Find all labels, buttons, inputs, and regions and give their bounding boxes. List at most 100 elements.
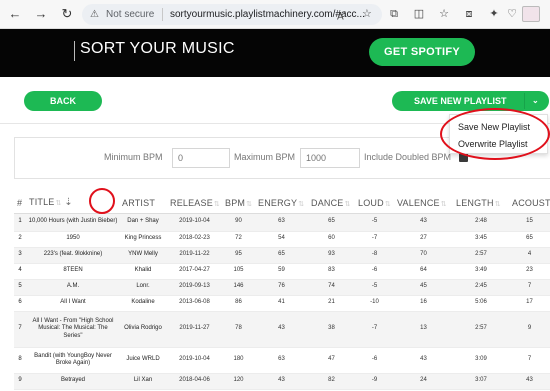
table-cell: 8TEEN xyxy=(26,263,119,280)
table-cell: 2017-04-27 xyxy=(167,263,222,280)
url-text[interactable]: sortyourmusic.playlistmachinery.com/#acc… xyxy=(170,4,365,25)
table-row[interactable]: 2 1950 King Princess 2018-02-23 72 54 60 -7 27 3:… xyxy=(14,231,550,248)
warning-icon: ⚠ xyxy=(90,9,99,20)
table-row[interactable]: 9 Betrayed Lil Xan 2018-04-06 120 43 82 -9 24 3:0… xyxy=(14,373,550,390)
table-cell: Betrayed xyxy=(26,373,119,390)
table-cell: 9 xyxy=(509,311,550,348)
table-cell: -7 xyxy=(355,231,394,248)
table-cell: 2 xyxy=(14,231,26,248)
table-cell: 47 xyxy=(308,347,355,374)
favorites-icon[interactable]: ☆ xyxy=(436,6,452,22)
browser-toolbar: ← → ↻ ⚠ Not secure sortyourmusic.playlis… xyxy=(0,0,550,29)
table-cell: 7 xyxy=(14,311,26,348)
table-cell: 2013-06-08 xyxy=(167,295,222,312)
back-button[interactable]: BACK xyxy=(24,91,102,111)
chevron-down-icon[interactable]: ⌄ xyxy=(532,91,539,111)
column-header-release[interactable]: RELEASE⇅ xyxy=(167,193,222,214)
column-header-length[interactable]: LENGTH⇅ xyxy=(453,193,509,214)
split-screen-icon[interactable]: ◫ xyxy=(411,6,427,22)
table-cell: A.M. xyxy=(26,279,119,296)
favorite-star-icon[interactable]: ☆ xyxy=(362,4,372,25)
column-header-dance[interactable]: DANCE⇅ xyxy=(308,193,355,214)
table-cell: Dan + Shay xyxy=(119,213,167,232)
table-cell: -6 xyxy=(355,347,394,374)
table-cell: 93 xyxy=(308,247,355,264)
table-cell: 2:45 xyxy=(453,279,509,296)
security-label: Not secure xyxy=(106,9,155,20)
shield-icon[interactable]: ♡ xyxy=(504,6,520,22)
copilot-icon[interactable]: ✦ xyxy=(486,6,502,22)
refresh-icon[interactable]: ↻ xyxy=(58,5,76,23)
table-cell: 83 xyxy=(308,263,355,280)
table-cell: 78 xyxy=(222,311,255,348)
forward-arrow-icon[interactable]: → xyxy=(32,5,50,23)
column-header-acoustic[interactable]: ACOUSTIC xyxy=(509,193,550,214)
read-aloud-icon[interactable]: Aᵃ xyxy=(337,4,346,25)
column-header[interactable]: # xyxy=(14,193,26,214)
table-cell: 65 xyxy=(308,213,355,232)
table-cell: 8 xyxy=(14,347,26,374)
column-header-energy[interactable]: ENERGY⇅ xyxy=(255,193,308,214)
save-new-playlist-button[interactable]: SAVE NEW PLAYLIST ⌄ xyxy=(392,91,549,111)
table-cell: 1950 xyxy=(26,231,119,248)
extension-icon[interactable]: ⧉ xyxy=(386,6,402,22)
table-cell: King Princess xyxy=(119,231,167,248)
table-cell: 63 xyxy=(255,347,308,374)
table-cell: 21 xyxy=(308,295,355,312)
column-header-artist[interactable]: ARTIST xyxy=(119,193,167,214)
table-cell: 223's (feat. 9lokknine) xyxy=(26,247,119,264)
table-cell: 6 xyxy=(14,295,26,312)
table-cell: 2:57 xyxy=(453,247,509,264)
table-cell: Bandit (with YoungBoy Never Broke Again) xyxy=(26,347,119,374)
table-cell: 86 xyxy=(222,295,255,312)
table-cell: 120 xyxy=(222,373,255,390)
table-cell: 95 xyxy=(222,247,255,264)
table-cell: 3:45 xyxy=(453,231,509,248)
profile-avatar[interactable] xyxy=(522,6,540,22)
table-cell: 63 xyxy=(255,213,308,232)
max-bpm-input[interactable] xyxy=(300,148,360,168)
table-cell: 23 xyxy=(509,263,550,280)
column-header-valence[interactable]: VALENCE⇅ xyxy=(394,193,453,214)
table-cell: 3:07 xyxy=(453,373,509,390)
table-cell: -5 xyxy=(355,213,394,232)
table-row[interactable]: 1 10,000 Hours (with Justin Bieber) Dan + … xyxy=(14,213,550,232)
table-cell: 76 xyxy=(255,279,308,296)
table-row[interactable]: 3 223's (feat. 9lokknine) YNW Melly 2019-11… xyxy=(14,247,550,264)
table-cell: All I Want - From "High School Musical: … xyxy=(26,311,119,348)
table-cell: 64 xyxy=(394,263,453,280)
table-row[interactable]: 7 All I Want - From "High School Musical:… xyxy=(14,311,550,348)
table-cell: 5:06 xyxy=(453,295,509,312)
address-separator xyxy=(162,8,163,21)
table-cell: 72 xyxy=(222,231,255,248)
collections-icon[interactable]: ⧈ xyxy=(461,6,477,22)
table-cell: 41 xyxy=(255,295,308,312)
table-cell: -5 xyxy=(355,279,394,296)
header-divider xyxy=(74,41,75,61)
table-row[interactable]: 8 Bandit (with YoungBoy Never Broke Again… xyxy=(14,347,550,374)
table-cell: 105 xyxy=(222,263,255,280)
table-cell: 2019-10-04 xyxy=(167,347,222,374)
table-cell: 2019-10-04 xyxy=(167,213,222,232)
get-spotify-button[interactable]: GET SPOTIFY xyxy=(369,38,475,66)
table-cell: 16 xyxy=(394,295,453,312)
min-bpm-input[interactable] xyxy=(172,148,230,168)
table-row[interactable]: 5 A.M. Lonr. 2019-09-13 146 76 74 -5 45 2:45 7 xyxy=(14,279,550,296)
address-bar[interactable]: ⚠ Not secure sortyourmusic.playlistmachi… xyxy=(82,4,382,25)
column-header-bpm[interactable]: BPM⇅ xyxy=(222,193,255,214)
table-cell: 2019-09-13 xyxy=(167,279,222,296)
table-cell: Olivia Rodrigo xyxy=(119,311,167,348)
table-cell: 2019-11-22 xyxy=(167,247,222,264)
sort-icon[interactable]: ⇣ xyxy=(64,197,73,208)
table-cell: 74 xyxy=(308,279,355,296)
split-divider xyxy=(524,93,525,109)
table-cell: 65 xyxy=(255,247,308,264)
table-row[interactable]: 6 All I Want Kodaline 2013-06-08 86 41 21 -10 16… xyxy=(14,295,550,312)
table-cell: 3 xyxy=(14,247,26,264)
table-cell: Lonr. xyxy=(119,279,167,296)
table-cell: -10 xyxy=(355,295,394,312)
table-row[interactable]: 4 8TEEN Khalid 2017-04-27 105 59 83 -6 64 3:49 23 xyxy=(14,263,550,280)
back-arrow-icon[interactable]: ← xyxy=(6,5,24,23)
table-cell: 15 xyxy=(509,213,550,232)
column-header-loud[interactable]: LOUD⇅ xyxy=(355,193,394,214)
